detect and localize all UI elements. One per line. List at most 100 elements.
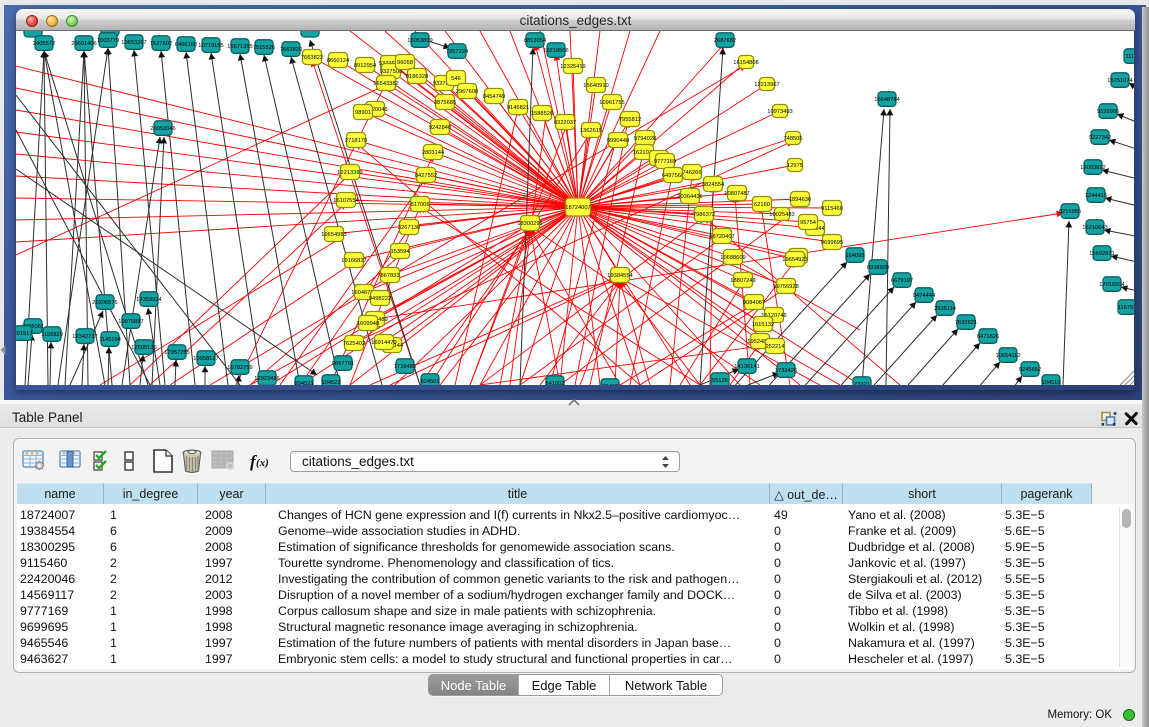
svg-text:817006: 817006 [410, 202, 429, 208]
svg-text:9794028: 9794028 [634, 136, 656, 142]
svg-text:9657791: 9657791 [332, 361, 354, 367]
svg-text:8186328: 8186328 [406, 74, 428, 80]
svg-text:17359924: 17359924 [136, 297, 162, 303]
svg-text:10025483: 10025483 [769, 212, 794, 218]
svg-text:16210643: 16210643 [1082, 225, 1107, 231]
svg-text:746266: 746266 [682, 170, 701, 176]
svg-text:19384554: 19384554 [607, 273, 633, 279]
svg-text:55126: 55126 [712, 378, 728, 384]
svg-text:164095: 164095 [845, 253, 864, 259]
svg-text:98901: 98901 [355, 110, 371, 116]
svg-text:12975: 12975 [787, 163, 803, 169]
svg-text:1362615: 1362615 [580, 128, 602, 134]
svg-text:1609948: 1609948 [357, 321, 379, 327]
svg-text:15640910: 15640910 [583, 83, 608, 89]
svg-text:7357224: 7357224 [446, 49, 469, 55]
svg-text:16648784: 16648784 [874, 97, 900, 103]
svg-text:1894636: 1894636 [789, 197, 811, 203]
svg-text:252214: 252214 [765, 344, 785, 350]
svg-text:20206576: 20206576 [92, 300, 117, 306]
svg-text:12213369: 12213369 [337, 170, 362, 176]
svg-text:19166827: 19166827 [341, 258, 366, 264]
svg-text:16782759: 16782759 [227, 365, 252, 371]
svg-text:7632621: 7632621 [955, 320, 977, 326]
svg-text:9242848: 9242848 [429, 125, 451, 131]
svg-text:10975887: 10975887 [118, 319, 143, 325]
svg-text:19756928: 19756928 [773, 284, 798, 290]
svg-text:8454749: 8454749 [483, 94, 505, 100]
svg-text:1716485: 1716485 [394, 364, 416, 370]
svg-text:3875685: 3875685 [434, 100, 456, 106]
svg-text:12923486: 12923486 [254, 376, 279, 382]
svg-text:7515526: 7515526 [253, 45, 275, 51]
svg-text:8471626: 8471626 [977, 334, 999, 340]
svg-text:8660124: 8660124 [327, 58, 350, 64]
svg-text:7663822: 7663822 [301, 55, 323, 61]
svg-text:16543382: 16543382 [373, 81, 398, 87]
svg-text:1527602: 1527602 [150, 41, 172, 47]
svg-text:20053346: 20053346 [150, 126, 175, 132]
svg-text:9245652: 9245652 [1019, 367, 1041, 373]
svg-text:2803144: 2803144 [422, 150, 445, 156]
svg-text:9498222: 9498222 [369, 296, 391, 302]
svg-text:748505: 748505 [783, 136, 802, 142]
svg-text:8990448: 8990448 [607, 138, 629, 144]
svg-text:9777169: 9777169 [654, 159, 676, 165]
svg-text:2687682: 2687682 [714, 38, 736, 44]
svg-text:867833: 867833 [380, 273, 399, 279]
svg-text:16154808: 16154808 [733, 60, 758, 66]
svg-text:10973493: 10973493 [767, 109, 792, 115]
svg-text:1145194: 1145194 [99, 337, 122, 343]
svg-text:18300295: 18300295 [517, 221, 542, 227]
svg-text:7663820: 7663820 [280, 47, 302, 53]
svg-text:9146821: 9146821 [507, 105, 529, 111]
svg-text:12325419: 12325419 [560, 64, 585, 70]
svg-text:17016504: 17016504 [1099, 282, 1125, 288]
svg-text:73321: 73321 [854, 382, 870, 385]
svg-text:19654983: 19654983 [321, 232, 346, 238]
svg-text:10958127: 10958127 [193, 356, 218, 362]
svg-text:16053809: 16053809 [407, 38, 432, 44]
svg-text:15751074: 15751074 [1107, 78, 1133, 84]
svg-text:10654112: 10654112 [995, 353, 1020, 359]
svg-text:6466160: 6466160 [175, 42, 197, 48]
svg-text:10688609: 10688609 [720, 255, 745, 261]
svg-text:1733426: 1733426 [775, 368, 797, 374]
svg-text:1615132: 1615132 [752, 322, 774, 328]
svg-text:6679197: 6679197 [891, 278, 913, 284]
svg-text:2718170: 2718170 [345, 138, 367, 144]
svg-text:9329966: 9329966 [1097, 109, 1119, 115]
svg-text:12093822: 12093822 [1080, 165, 1105, 171]
svg-text:104522: 104522 [321, 380, 340, 385]
svg-text:90412: 90412 [602, 384, 618, 385]
svg-text:9115460: 9115460 [821, 206, 843, 212]
svg-text:7986372: 7986372 [693, 212, 715, 218]
svg-text:12213967: 12213967 [754, 82, 779, 88]
svg-text:16914479: 16914479 [371, 340, 396, 346]
svg-text:18807249: 18807249 [730, 278, 755, 284]
svg-text:10961755: 10961755 [599, 100, 624, 106]
svg-text:994521: 994521 [294, 381, 313, 385]
svg-text:841002: 841002 [545, 381, 564, 385]
svg-text:12505135: 12505135 [131, 345, 156, 351]
svg-text:18720407: 18720407 [709, 234, 734, 240]
svg-text:95754: 95754 [800, 220, 817, 226]
svg-text:9474444: 9474444 [913, 293, 936, 299]
svg-text:10807487: 10807487 [724, 191, 749, 197]
svg-text:7625402: 7625402 [343, 341, 365, 347]
svg-text:9227342: 9227342 [1089, 135, 1111, 141]
svg-text:2405572: 2405572 [33, 41, 55, 47]
svg-text:2935114: 2935114 [934, 306, 957, 312]
svg-text:14136141: 14136141 [734, 364, 759, 370]
svg-text:3824554: 3824554 [702, 182, 725, 188]
svg-text:15692971: 15692971 [1089, 251, 1114, 257]
svg-text:8912954: 8912954 [354, 63, 377, 69]
svg-text:62160: 62160 [754, 202, 770, 208]
svg-text:546: 546 [451, 76, 461, 82]
svg-text:2967608: 2967608 [456, 89, 478, 95]
svg-text:10719185: 10719185 [198, 43, 223, 49]
svg-text:11174: 11174 [1125, 54, 1134, 60]
svg-text:19654923: 19654923 [782, 257, 807, 263]
svg-text:16107554: 16107554 [333, 198, 359, 204]
svg-text:8938928: 8938928 [867, 265, 889, 271]
